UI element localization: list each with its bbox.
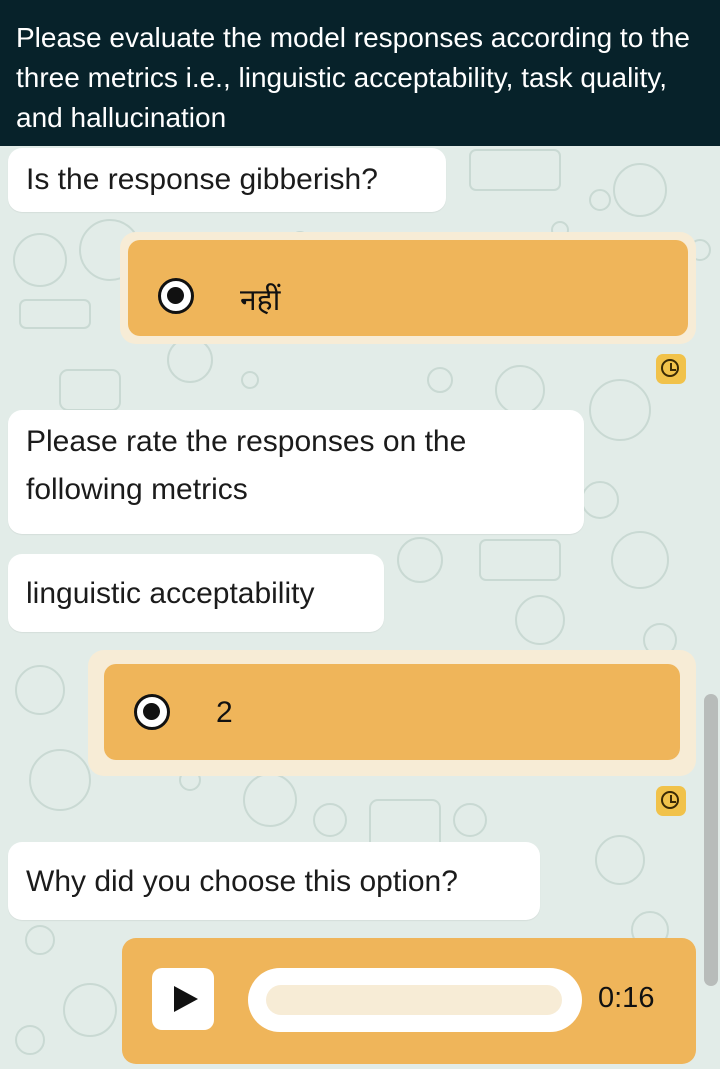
clock-icon <box>656 354 686 384</box>
rate-prompt-text: Please rate the responses on the followi… <box>26 425 467 506</box>
metric-answer-option[interactable]: 2 <box>104 664 680 760</box>
gibberish-question-text: Is the response gibberish? <box>26 163 378 196</box>
audio-progress-track[interactable] <box>248 968 582 1032</box>
metric-label-text: linguistic acceptability <box>26 577 315 610</box>
radio-selected-icon[interactable] <box>134 694 170 730</box>
clock-icon <box>656 786 686 816</box>
gibberish-answer-label: नहीं <box>240 284 281 317</box>
play-icon[interactable] <box>152 968 214 1030</box>
instruction-message: Please evaluate the model responses acco… <box>0 0 720 146</box>
why-question-text: Why did you choose this option? <box>26 865 458 898</box>
audio-progress-fill <box>266 985 562 1015</box>
gibberish-question-bubble: Is the response gibberish? <box>8 148 446 212</box>
why-question-bubble: Why did you choose this option? <box>8 842 540 920</box>
radio-selected-icon[interactable] <box>158 278 194 314</box>
voice-message: 0:16 <box>122 938 696 1064</box>
scrollbar[interactable] <box>704 694 718 986</box>
metric-answer-label: 2 <box>216 696 233 729</box>
metric-label-bubble: linguistic acceptability <box>8 554 384 632</box>
gibberish-answer-bubble: नहीं <box>120 232 696 344</box>
audio-duration: 0:16 <box>598 982 655 1014</box>
rate-prompt-bubble: Please rate the responses on the followi… <box>8 410 584 534</box>
instruction-text: Please evaluate the model responses acco… <box>16 22 690 133</box>
metric-answer-bubble: 2 <box>88 650 696 776</box>
gibberish-answer-option[interactable]: नहीं <box>128 240 688 336</box>
